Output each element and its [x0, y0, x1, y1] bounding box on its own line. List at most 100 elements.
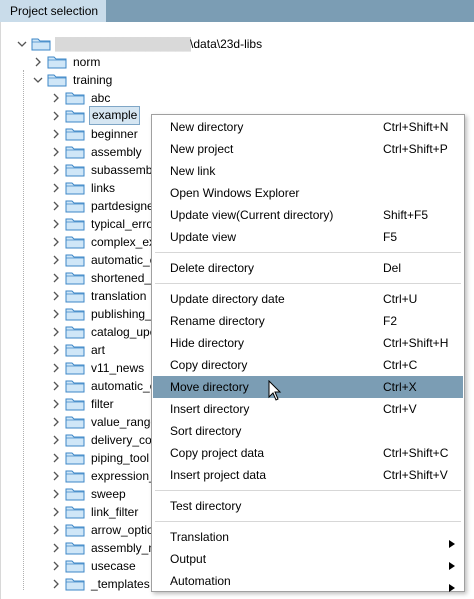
chevron-right-icon[interactable]	[51, 89, 63, 107]
tree-guide-line	[23, 70, 25, 590]
menu-item-delete-directory[interactable]: Delete directory Del	[153, 257, 463, 279]
tree-node[interactable]: abc	[51, 89, 211, 107]
folder-icon	[65, 307, 85, 321]
menu-item-label: New project	[170, 142, 234, 156]
menu-item-label: Copy directory	[170, 358, 248, 372]
menu-item-label: Copy project data	[170, 446, 265, 460]
menu-item-copy-project-data[interactable]: Copy project data Ctrl+Shift+C	[153, 442, 463, 464]
tree-node[interactable]: norm	[33, 53, 193, 71]
chevron-right-icon[interactable]	[51, 143, 63, 161]
menu-item-update-view[interactable]: Update view F5	[153, 226, 463, 248]
menu-item-rename-directory[interactable]: Rename directory F2	[153, 310, 463, 332]
menu-item-label: Update view(Current directory)	[170, 208, 334, 222]
menu-item-insert-project-data[interactable]: Insert project data Ctrl+Shift+V	[153, 464, 463, 486]
chevron-right-icon[interactable]	[51, 359, 63, 377]
menu-item-label: New link	[170, 164, 216, 178]
menu-item-shortcut: F5	[383, 230, 398, 244]
menu-item-automation[interactable]: Automation	[153, 570, 463, 592]
menu-item-label: Hide directory	[170, 336, 245, 350]
chevron-right-icon[interactable]	[51, 503, 63, 521]
menu-item-update-view-current-directory[interactable]: Update view(Current directory) Shift+F5	[153, 204, 463, 226]
chevron-right-icon[interactable]	[51, 341, 63, 359]
menu-item-open-windows-explorer[interactable]: Open Windows Explorer	[153, 182, 463, 204]
folder-icon	[65, 451, 85, 465]
tree-node-label: link_filter	[91, 505, 139, 519]
menu-item-shortcut: Del	[383, 261, 402, 275]
menu-item-sort-directory[interactable]: Sort directory	[153, 420, 463, 442]
menu-item-update-directory-date[interactable]: Update directory date Ctrl+U	[153, 288, 463, 310]
chevron-right-icon[interactable]	[51, 107, 63, 125]
menu-item-label: Update directory date	[170, 292, 285, 306]
menu-item-move-directory[interactable]: Move directory Ctrl+X	[153, 376, 463, 398]
tree-node-label: training	[73, 73, 113, 87]
tree-node-label: piping_tool	[91, 451, 150, 465]
tree-node-label: complex_ex	[91, 235, 156, 249]
menu-item-output[interactable]: Output	[153, 548, 463, 570]
menu-item-shortcut: Ctrl+V	[383, 402, 417, 416]
menu-item-new-link[interactable]: New link	[153, 160, 463, 182]
tree-node-label: norm	[73, 55, 101, 69]
menu-item-shortcut: Shift+F5	[383, 208, 429, 222]
tree-node-label: translation	[91, 289, 147, 303]
folder-icon	[65, 469, 85, 483]
tree-node-label: _templates	[91, 577, 150, 591]
menu-item-label: Output	[170, 552, 207, 566]
menu-item-copy-directory[interactable]: Copy directory Ctrl+C	[153, 354, 463, 376]
tree-node-label: subassembl	[91, 163, 156, 177]
menu-item-translation[interactable]: Translation	[153, 526, 463, 548]
chevron-right-icon[interactable]	[51, 467, 63, 485]
chevron-right-icon[interactable]	[51, 377, 63, 395]
menu-item-insert-directory[interactable]: Insert directory Ctrl+V	[153, 398, 463, 420]
folder-icon	[31, 37, 51, 51]
chevron-right-icon[interactable]	[51, 161, 63, 179]
tree-node[interactable]: training	[33, 71, 193, 89]
menu-item-test-directory[interactable]: Test directory	[153, 495, 463, 517]
tab-project-selection[interactable]: Project selection	[0, 0, 106, 22]
tree-node-label: abc	[91, 91, 111, 105]
menu-item-new-directory[interactable]: New directory Ctrl+Shift+N	[153, 116, 463, 138]
menu-item-new-project[interactable]: New project Ctrl+Shift+P	[153, 138, 463, 160]
chevron-down-icon[interactable]	[33, 71, 45, 89]
chevron-right-icon[interactable]	[51, 305, 63, 323]
chevron-right-icon[interactable]	[51, 485, 63, 503]
chevron-right-icon[interactable]	[51, 323, 63, 341]
folder-icon	[65, 289, 85, 303]
folder-icon	[65, 235, 85, 249]
menu-separator	[155, 283, 461, 284]
chevron-right-icon[interactable]	[51, 287, 63, 305]
title-bar: Project selection	[0, 0, 474, 22]
tree-root-node[interactable]: ██████████████████\data\23d-libs	[17, 35, 317, 53]
chevron-right-icon[interactable]	[51, 251, 63, 269]
folder-icon	[65, 541, 85, 555]
chevron-right-icon[interactable]	[51, 539, 63, 557]
folder-icon	[65, 217, 85, 231]
chevron-right-icon[interactable]	[51, 215, 63, 233]
menu-item-hide-directory[interactable]: Hide directory Ctrl+Shift+H	[153, 332, 463, 354]
folder-icon	[65, 145, 85, 159]
chevron-right-icon[interactable]	[51, 197, 63, 215]
mouse-pointer-icon	[268, 380, 282, 401]
chevron-right-icon[interactable]	[51, 449, 63, 467]
chevron-right-icon[interactable]	[51, 395, 63, 413]
tree-node-label: arrow_optio	[91, 523, 154, 537]
tree-node-label: example	[89, 106, 141, 125]
chevron-right-icon[interactable]	[51, 557, 63, 575]
root-path-suffix: \data\23d-libs	[190, 37, 263, 51]
chevron-right-icon[interactable]	[51, 575, 63, 593]
folder-icon	[65, 577, 85, 591]
chevron-right-icon[interactable]	[51, 431, 63, 449]
chevron-right-icon[interactable]	[51, 233, 63, 251]
menu-item-shortcut: Ctrl+X	[383, 380, 417, 394]
chevron-right-icon[interactable]	[51, 125, 63, 143]
folder-icon	[65, 397, 85, 411]
chevron-right-icon[interactable]	[51, 521, 63, 539]
chevron-right-icon[interactable]	[33, 53, 45, 71]
folder-icon	[65, 199, 85, 213]
tree-node-label: sweep	[91, 487, 126, 501]
tree-node-label: value_range	[91, 415, 158, 429]
menu-item-shortcut: Ctrl+Shift+V	[383, 468, 448, 482]
chevron-right-icon[interactable]	[51, 269, 63, 287]
chevron-down-icon[interactable]	[17, 35, 29, 53]
chevron-right-icon[interactable]	[51, 413, 63, 431]
chevron-right-icon[interactable]	[51, 179, 63, 197]
